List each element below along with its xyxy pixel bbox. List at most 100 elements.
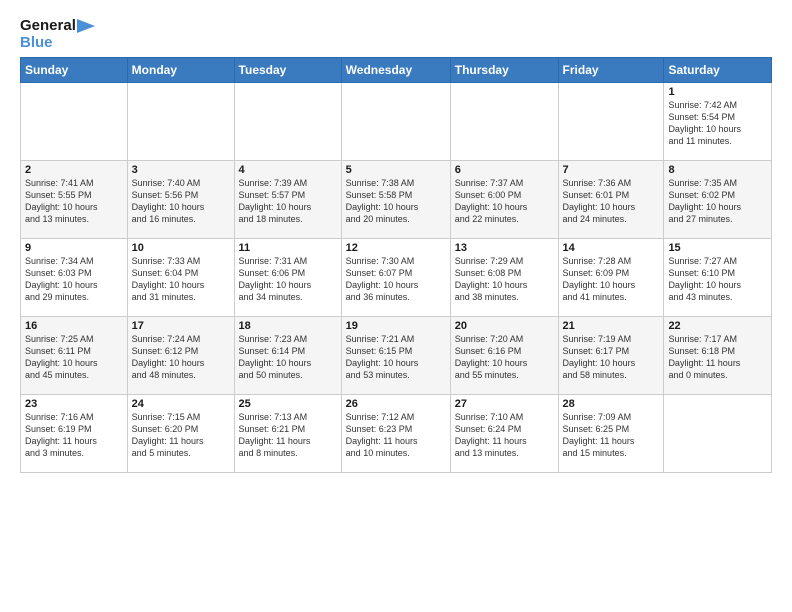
calendar-table: SundayMondayTuesdayWednesdayThursdayFrid… [20,57,772,473]
weekday-saturday: Saturday [664,58,772,83]
day-number: 15 [668,242,767,254]
day-number: 8 [668,164,767,176]
logo-text: General Blue [20,18,95,51]
day-number: 2 [25,164,123,176]
day-number: 20 [455,320,554,332]
day-number: 5 [346,164,446,176]
day-info: Sunrise: 7:39 AM Sunset: 5:57 PM Dayligh… [239,177,337,226]
calendar-cell: 18Sunrise: 7:23 AM Sunset: 6:14 PM Dayli… [234,317,341,395]
day-number: 27 [455,398,554,410]
day-info: Sunrise: 7:10 AM Sunset: 6:24 PM Dayligh… [455,411,554,460]
day-info: Sunrise: 7:40 AM Sunset: 5:56 PM Dayligh… [132,177,230,226]
calendar-cell: 10Sunrise: 7:33 AM Sunset: 6:04 PM Dayli… [127,239,234,317]
calendar-week-5: 23Sunrise: 7:16 AM Sunset: 6:19 PM Dayli… [21,395,772,473]
calendar-cell: 5Sunrise: 7:38 AM Sunset: 5:58 PM Daylig… [341,161,450,239]
day-info: Sunrise: 7:42 AM Sunset: 5:54 PM Dayligh… [668,99,767,148]
calendar-cell: 7Sunrise: 7:36 AM Sunset: 6:01 PM Daylig… [558,161,664,239]
calendar-cell: 27Sunrise: 7:10 AM Sunset: 6:24 PM Dayli… [450,395,558,473]
day-info: Sunrise: 7:36 AM Sunset: 6:01 PM Dayligh… [563,177,660,226]
day-info: Sunrise: 7:24 AM Sunset: 6:12 PM Dayligh… [132,333,230,382]
calendar-cell: 25Sunrise: 7:13 AM Sunset: 6:21 PM Dayli… [234,395,341,473]
calendar-cell: 11Sunrise: 7:31 AM Sunset: 6:06 PM Dayli… [234,239,341,317]
day-number: 13 [455,242,554,254]
day-info: Sunrise: 7:38 AM Sunset: 5:58 PM Dayligh… [346,177,446,226]
day-info: Sunrise: 7:13 AM Sunset: 6:21 PM Dayligh… [239,411,337,460]
calendar-cell [127,83,234,161]
day-info: Sunrise: 7:30 AM Sunset: 6:07 PM Dayligh… [346,255,446,304]
day-number: 16 [25,320,123,332]
day-info: Sunrise: 7:12 AM Sunset: 6:23 PM Dayligh… [346,411,446,460]
calendar-cell: 23Sunrise: 7:16 AM Sunset: 6:19 PM Dayli… [21,395,128,473]
day-info: Sunrise: 7:27 AM Sunset: 6:10 PM Dayligh… [668,255,767,304]
weekday-tuesday: Tuesday [234,58,341,83]
day-number: 7 [563,164,660,176]
day-number: 14 [563,242,660,254]
calendar-cell [558,83,664,161]
day-number: 18 [239,320,337,332]
day-info: Sunrise: 7:16 AM Sunset: 6:19 PM Dayligh… [25,411,123,460]
calendar-week-2: 2Sunrise: 7:41 AM Sunset: 5:55 PM Daylig… [21,161,772,239]
day-info: Sunrise: 7:25 AM Sunset: 6:11 PM Dayligh… [25,333,123,382]
logo-arrow-icon [77,19,95,33]
calendar-cell: 21Sunrise: 7:19 AM Sunset: 6:17 PM Dayli… [558,317,664,395]
logo: General Blue [20,18,95,51]
day-number: 10 [132,242,230,254]
calendar-cell: 13Sunrise: 7:29 AM Sunset: 6:08 PM Dayli… [450,239,558,317]
day-number: 21 [563,320,660,332]
day-number: 11 [239,242,337,254]
calendar-cell: 12Sunrise: 7:30 AM Sunset: 6:07 PM Dayli… [341,239,450,317]
calendar-week-4: 16Sunrise: 7:25 AM Sunset: 6:11 PM Dayli… [21,317,772,395]
day-info: Sunrise: 7:41 AM Sunset: 5:55 PM Dayligh… [25,177,123,226]
calendar-cell: 17Sunrise: 7:24 AM Sunset: 6:12 PM Dayli… [127,317,234,395]
day-info: Sunrise: 7:29 AM Sunset: 6:08 PM Dayligh… [455,255,554,304]
calendar-cell: 20Sunrise: 7:20 AM Sunset: 6:16 PM Dayli… [450,317,558,395]
day-number: 12 [346,242,446,254]
day-number: 9 [25,242,123,254]
calendar-cell: 24Sunrise: 7:15 AM Sunset: 6:20 PM Dayli… [127,395,234,473]
calendar-week-3: 9Sunrise: 7:34 AM Sunset: 6:03 PM Daylig… [21,239,772,317]
calendar-cell: 2Sunrise: 7:41 AM Sunset: 5:55 PM Daylig… [21,161,128,239]
calendar-cell: 26Sunrise: 7:12 AM Sunset: 6:23 PM Dayli… [341,395,450,473]
day-info: Sunrise: 7:37 AM Sunset: 6:00 PM Dayligh… [455,177,554,226]
day-info: Sunrise: 7:09 AM Sunset: 6:25 PM Dayligh… [563,411,660,460]
calendar-cell [341,83,450,161]
calendar-cell: 1Sunrise: 7:42 AM Sunset: 5:54 PM Daylig… [664,83,772,161]
day-info: Sunrise: 7:23 AM Sunset: 6:14 PM Dayligh… [239,333,337,382]
day-info: Sunrise: 7:28 AM Sunset: 6:09 PM Dayligh… [563,255,660,304]
day-info: Sunrise: 7:35 AM Sunset: 6:02 PM Dayligh… [668,177,767,226]
day-info: Sunrise: 7:31 AM Sunset: 6:06 PM Dayligh… [239,255,337,304]
day-number: 3 [132,164,230,176]
calendar-cell: 22Sunrise: 7:17 AM Sunset: 6:18 PM Dayli… [664,317,772,395]
calendar-cell: 28Sunrise: 7:09 AM Sunset: 6:25 PM Dayli… [558,395,664,473]
day-number: 28 [563,398,660,410]
day-number: 19 [346,320,446,332]
page-header: General Blue [20,18,772,51]
day-number: 22 [668,320,767,332]
calendar-cell: 4Sunrise: 7:39 AM Sunset: 5:57 PM Daylig… [234,161,341,239]
calendar-cell [450,83,558,161]
day-number: 17 [132,320,230,332]
calendar-cell: 14Sunrise: 7:28 AM Sunset: 6:09 PM Dayli… [558,239,664,317]
weekday-wednesday: Wednesday [341,58,450,83]
calendar-cell: 15Sunrise: 7:27 AM Sunset: 6:10 PM Dayli… [664,239,772,317]
day-number: 25 [239,398,337,410]
calendar-cell: 3Sunrise: 7:40 AM Sunset: 5:56 PM Daylig… [127,161,234,239]
calendar-cell: 6Sunrise: 7:37 AM Sunset: 6:00 PM Daylig… [450,161,558,239]
day-number: 4 [239,164,337,176]
calendar-cell [664,395,772,473]
day-number: 24 [132,398,230,410]
weekday-friday: Friday [558,58,664,83]
day-number: 26 [346,398,446,410]
day-info: Sunrise: 7:20 AM Sunset: 6:16 PM Dayligh… [455,333,554,382]
day-info: Sunrise: 7:17 AM Sunset: 6:18 PM Dayligh… [668,333,767,382]
weekday-sunday: Sunday [21,58,128,83]
weekday-header-row: SundayMondayTuesdayWednesdayThursdayFrid… [21,58,772,83]
calendar-cell: 8Sunrise: 7:35 AM Sunset: 6:02 PM Daylig… [664,161,772,239]
day-info: Sunrise: 7:21 AM Sunset: 6:15 PM Dayligh… [346,333,446,382]
calendar-cell: 9Sunrise: 7:34 AM Sunset: 6:03 PM Daylig… [21,239,128,317]
day-info: Sunrise: 7:33 AM Sunset: 6:04 PM Dayligh… [132,255,230,304]
day-info: Sunrise: 7:15 AM Sunset: 6:20 PM Dayligh… [132,411,230,460]
calendar-week-1: 1Sunrise: 7:42 AM Sunset: 5:54 PM Daylig… [21,83,772,161]
day-info: Sunrise: 7:19 AM Sunset: 6:17 PM Dayligh… [563,333,660,382]
calendar-cell [21,83,128,161]
